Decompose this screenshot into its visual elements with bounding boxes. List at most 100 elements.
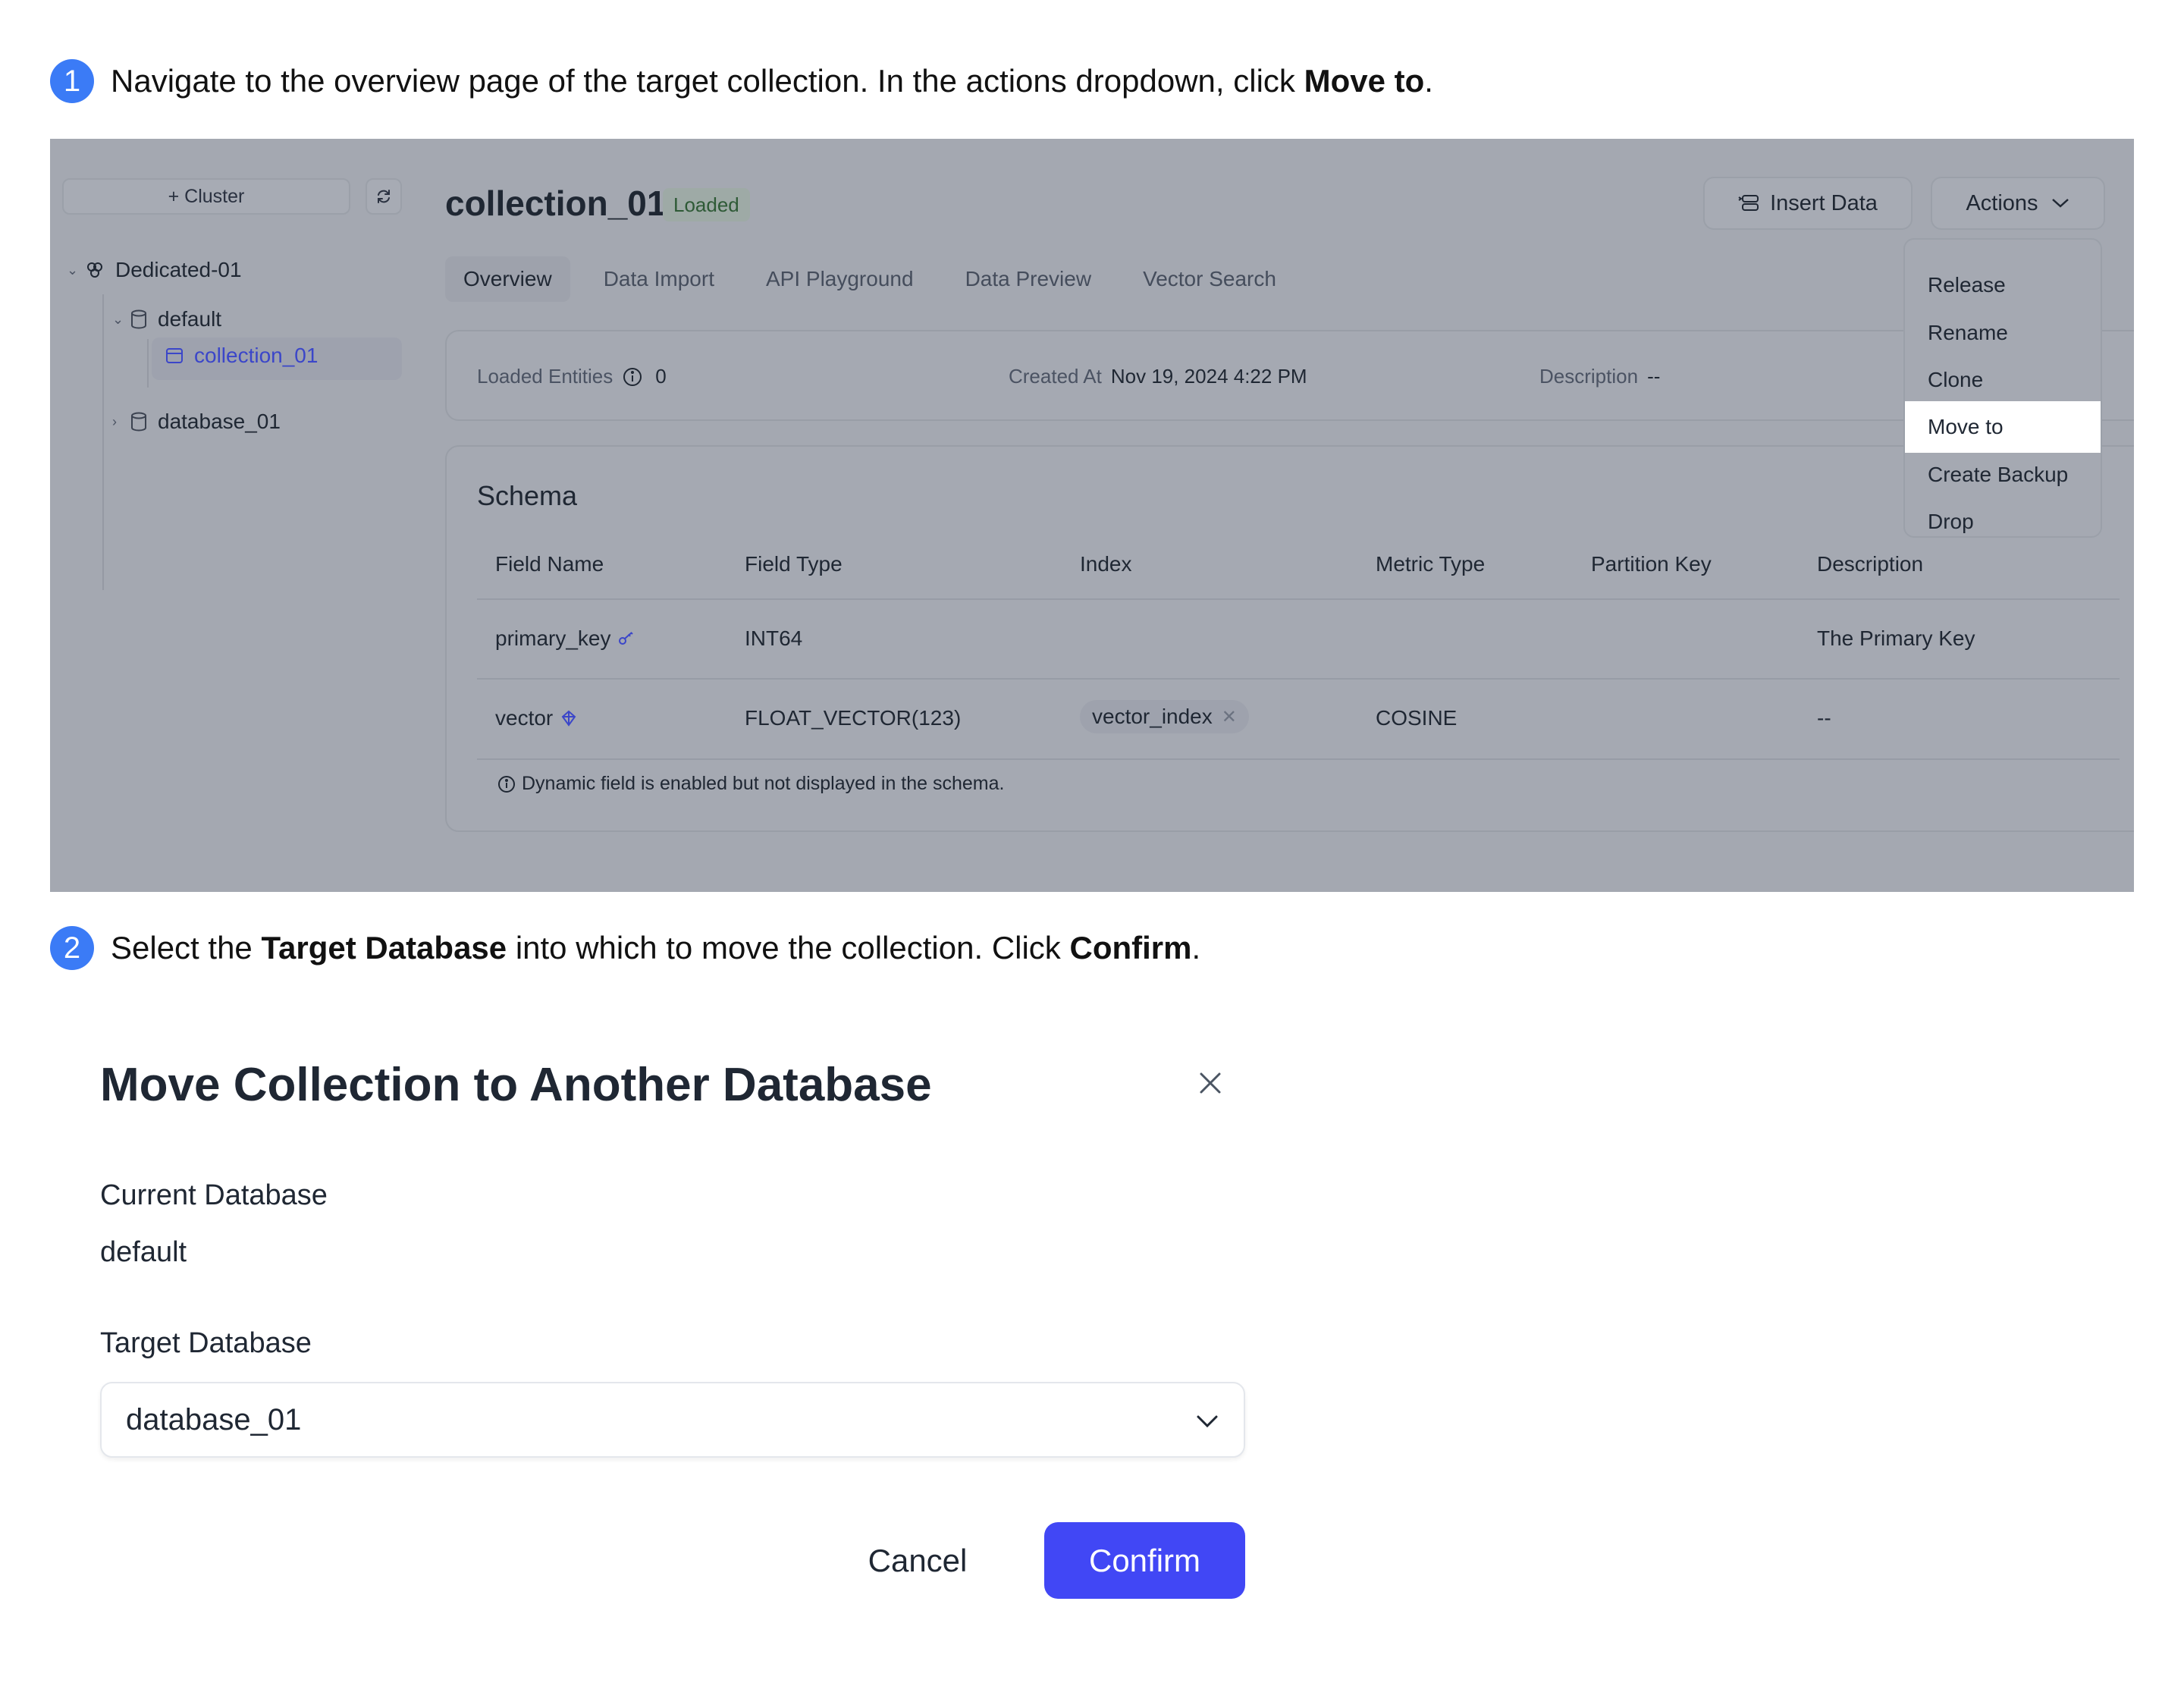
index-cell: vector_index ✕ xyxy=(1080,700,1249,733)
menu-item-create-backup[interactable]: Create Backup xyxy=(1905,449,2101,501)
created-at: Created At Nov 19, 2024 4:22 PM xyxy=(1009,365,1307,388)
chevron-down-icon xyxy=(2051,199,2069,208)
step-text: . xyxy=(1191,930,1201,965)
row-divider xyxy=(477,598,2120,600)
step-bold-text: Target Database xyxy=(261,930,507,965)
menu-item-rename[interactable]: Rename xyxy=(1905,307,2101,359)
tree-cluster-dedicated-01[interactable]: ⌄ Dedicated-01 xyxy=(67,258,242,282)
step-1-instruction: 1 Navigate to the overview page of the t… xyxy=(50,59,1433,103)
add-cluster-button[interactable]: + Cluster xyxy=(62,178,350,215)
tab-overview[interactable]: Overview xyxy=(445,256,570,302)
loaded-entities: Loaded Entities 0 xyxy=(477,365,667,388)
chip-label: vector_index xyxy=(1092,705,1213,728)
button-label: Insert Data xyxy=(1770,190,1878,215)
tree-collection-collection-01[interactable]: collection_01 xyxy=(165,344,318,368)
cluster-icon xyxy=(85,260,105,280)
target-database-select[interactable]: database_01 xyxy=(100,1382,1245,1458)
step-2-text: Select the Target Database into which to… xyxy=(111,930,1200,966)
actions-dropdown-menu: Release Rename Clone Move to Create Back… xyxy=(1903,238,2102,538)
column-header: Metric Type xyxy=(1376,552,1486,576)
tab-data-import[interactable]: Data Import xyxy=(585,256,733,302)
step-text: into which to move the collection. Click xyxy=(507,930,1070,965)
tab-api-playground[interactable]: API Playground xyxy=(748,256,932,302)
step-2-instruction: 2 Select the Target Database into which … xyxy=(50,926,1200,970)
row-divider xyxy=(477,678,2120,680)
confirm-button[interactable]: Confirm xyxy=(1044,1522,1245,1599)
select-value: database_01 xyxy=(126,1402,302,1436)
tree-database-default[interactable]: ⌄ default xyxy=(112,307,221,331)
close-button[interactable] xyxy=(1195,1068,1225,1098)
vector-icon xyxy=(561,710,576,727)
button-label: Actions xyxy=(1966,190,2038,215)
info-label: Description xyxy=(1539,365,1639,388)
key-icon xyxy=(619,632,634,645)
cell-text: primary_key xyxy=(495,626,611,650)
step-number-badge: 2 xyxy=(50,926,94,970)
chevron-down-icon xyxy=(1197,1415,1218,1428)
refresh-button[interactable] xyxy=(366,178,402,215)
column-header: Index xyxy=(1080,552,1132,576)
tab-data-preview[interactable]: Data Preview xyxy=(947,256,1110,302)
cancel-button[interactable]: Cancel xyxy=(842,1522,993,1599)
info-value: Nov 19, 2024 4:22 PM xyxy=(1110,365,1307,388)
menu-item-drop[interactable]: Drop xyxy=(1905,496,2101,536)
close-icon[interactable]: ✕ xyxy=(1222,706,1237,728)
menu-item-release[interactable]: Release xyxy=(1905,259,2101,311)
row-divider xyxy=(477,758,2120,760)
collection-title: collection_01 xyxy=(445,184,667,223)
collection-icon xyxy=(165,347,184,364)
info-label: Loaded Entities xyxy=(477,365,613,388)
actions-dropdown-button[interactable]: Actions xyxy=(1931,177,2105,230)
modal-title: Move Collection to Another Database xyxy=(100,1059,932,1111)
current-database-label: Current Database xyxy=(100,1179,328,1211)
menu-item-move-to[interactable]: Move to xyxy=(1905,401,2101,453)
collection-overview-screenshot: + Cluster ⌄ Dedicated-01 ⌄ default colle… xyxy=(50,139,2134,892)
tree-database-database-01[interactable]: › database_01 xyxy=(112,410,281,434)
index-chip[interactable]: vector_index ✕ xyxy=(1080,700,1249,733)
menu-item-clone[interactable]: Clone xyxy=(1905,354,2101,406)
insert-data-icon xyxy=(1738,195,1759,211)
field-name-cell: primary_key xyxy=(495,626,635,651)
step-text: . xyxy=(1424,63,1433,99)
tab-vector-search[interactable]: Vector Search xyxy=(1125,256,1294,302)
description: Description -- xyxy=(1539,365,1660,388)
tree-label: collection_01 xyxy=(194,344,318,367)
chevron-down-icon: ⌄ xyxy=(112,311,124,327)
tree-guide-line xyxy=(147,339,149,388)
dynamic-field-note: Dynamic field is enabled but not display… xyxy=(497,773,1004,795)
column-header: Field Type xyxy=(745,552,843,576)
field-name-cell: vector xyxy=(495,706,577,730)
close-icon xyxy=(1200,1072,1221,1094)
tree-label: database_01 xyxy=(158,410,281,433)
insert-data-button[interactable]: Insert Data xyxy=(1703,177,1913,230)
description-cell: -- xyxy=(1817,706,1831,730)
info-label: Created At xyxy=(1009,365,1102,388)
tree-label: default xyxy=(158,307,222,331)
step-bold-text: Move to xyxy=(1304,63,1425,99)
refresh-icon xyxy=(378,190,390,203)
field-type-cell: INT64 xyxy=(745,626,803,650)
info-value: 0 xyxy=(655,365,667,388)
step-bold-text: Confirm xyxy=(1069,930,1192,965)
database-icon xyxy=(130,309,147,329)
status-badge: Loaded xyxy=(663,188,750,221)
cell-text: vector xyxy=(495,706,554,730)
note-text: Dynamic field is enabled but not display… xyxy=(522,773,1005,794)
tree-guide-line xyxy=(102,294,104,590)
schema-title: Schema xyxy=(477,480,578,511)
description-cell: The Primary Key xyxy=(1817,626,1975,650)
chevron-right-icon: › xyxy=(112,413,117,429)
database-icon xyxy=(130,412,147,432)
step-text: Select the xyxy=(111,930,262,965)
info-icon[interactable] xyxy=(622,366,643,388)
info-icon xyxy=(498,775,515,793)
chevron-down-icon: ⌄ xyxy=(67,262,79,278)
current-database-value: default xyxy=(100,1236,187,1268)
tree-label: Dedicated-01 xyxy=(115,258,242,281)
column-header: Partition Key xyxy=(1591,552,1712,576)
column-header: Description xyxy=(1817,552,1924,576)
step-text: Navigate to the overview page of the tar… xyxy=(111,63,1304,99)
step-number-badge: 1 xyxy=(50,59,94,103)
field-type-cell: FLOAT_VECTOR(123) xyxy=(745,706,962,730)
info-value: -- xyxy=(1647,365,1661,388)
